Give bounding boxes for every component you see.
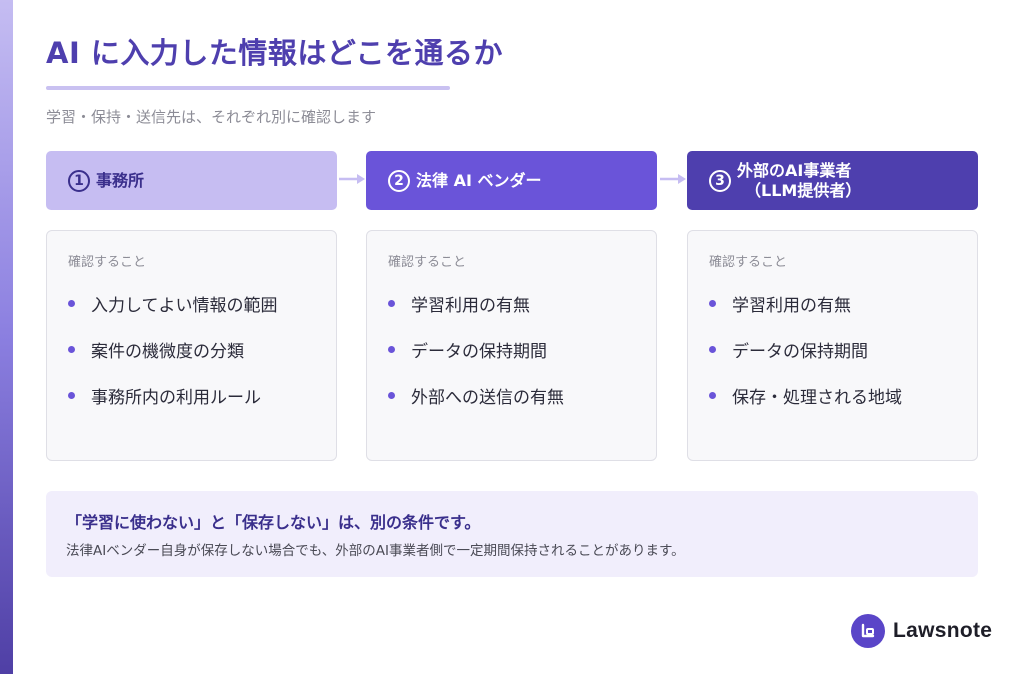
list-item: データの保持期間 xyxy=(388,333,564,379)
step-number-badge: 3 xyxy=(709,169,731,192)
page-subtitle: 学習・保持・送信先は、それぞれ別に確認します xyxy=(46,108,377,126)
card-caption: 確認すること xyxy=(68,255,147,270)
list-item: 案件の機微度の分類 xyxy=(68,333,278,379)
step-header-legal-ai-vendor: 2 法律 AI ベンダー xyxy=(366,151,657,210)
list-item: 入力してよい情報の範囲 xyxy=(68,287,278,333)
card-caption: 確認すること xyxy=(709,255,788,270)
checklist-card-external-ai-provider: 確認すること 学習利用の有無 データの保持期間 保存・処理される地域 xyxy=(687,230,978,461)
bullet-dot-icon xyxy=(388,345,395,353)
list-item: 外部への送信の有無 xyxy=(388,379,564,425)
list-item: 事務所内の利用ルール xyxy=(68,379,278,425)
brand-name: Lawsnote xyxy=(893,619,993,642)
step-header-office: 1 事務所 xyxy=(46,151,337,210)
checklist-card-office: 確認すること 入力してよい情報の範囲 案件の機微度の分類 事務所内の利用ルール xyxy=(46,230,337,461)
note-title: 「学習に使わない」と「保存しない」は、別の条件です。 xyxy=(66,513,481,532)
bullet-dot-icon xyxy=(709,345,716,353)
checklist: 入力してよい情報の範囲 案件の機微度の分類 事務所内の利用ルール xyxy=(68,287,278,425)
bullet-dot-icon xyxy=(709,299,716,307)
list-item: 学習利用の有無 xyxy=(388,287,564,333)
title-underline xyxy=(46,86,450,90)
bullet-dot-icon xyxy=(68,299,75,307)
arrow-right-icon xyxy=(660,174,686,184)
step-header-external-ai-provider: 3 外部のAI事業者 （LLM提供者） xyxy=(687,151,978,210)
note-box: 「学習に使わない」と「保存しない」は、別の条件です。 法律AIベンダー自身が保存… xyxy=(46,491,978,577)
list-item: 学習利用の有無 xyxy=(709,287,902,333)
page-title: AI に入力した情報はどこを通るか xyxy=(46,36,503,70)
step-label: 外部のAI事業者 （LLM提供者） xyxy=(737,160,862,200)
left-accent-bar xyxy=(0,0,13,674)
step-number-badge: 1 xyxy=(68,169,90,192)
list-item: データの保持期間 xyxy=(709,333,902,379)
bullet-dot-icon xyxy=(709,391,716,399)
step-number-badge: 2 xyxy=(388,169,410,192)
bullet-dot-icon xyxy=(388,391,395,399)
note-body: 法律AIベンダー自身が保存しない場合でも、外部のAI事業者側で一定期間保持される… xyxy=(66,543,685,559)
step-label: 事務所 xyxy=(96,170,145,190)
bullet-dot-icon xyxy=(388,299,395,307)
step-label-sub: （LLM提供者） xyxy=(745,180,862,200)
card-caption: 確認すること xyxy=(388,255,467,270)
checklist-card-legal-ai-vendor: 確認すること 学習利用の有無 データの保持期間 外部への送信の有無 xyxy=(366,230,657,461)
checklist: 学習利用の有無 データの保持期間 外部への送信の有無 xyxy=(388,287,564,425)
arrow-right-icon xyxy=(339,174,365,184)
brand: Lawsnote xyxy=(851,614,992,648)
checklist: 学習利用の有無 データの保持期間 保存・処理される地域 xyxy=(709,287,902,425)
list-item: 保存・処理される地域 xyxy=(709,379,902,425)
step-label: 法律 AI ベンダー xyxy=(416,170,542,190)
lawsnote-logo-icon xyxy=(851,614,885,648)
bullet-dot-icon xyxy=(68,391,75,399)
bullet-dot-icon xyxy=(68,345,75,353)
